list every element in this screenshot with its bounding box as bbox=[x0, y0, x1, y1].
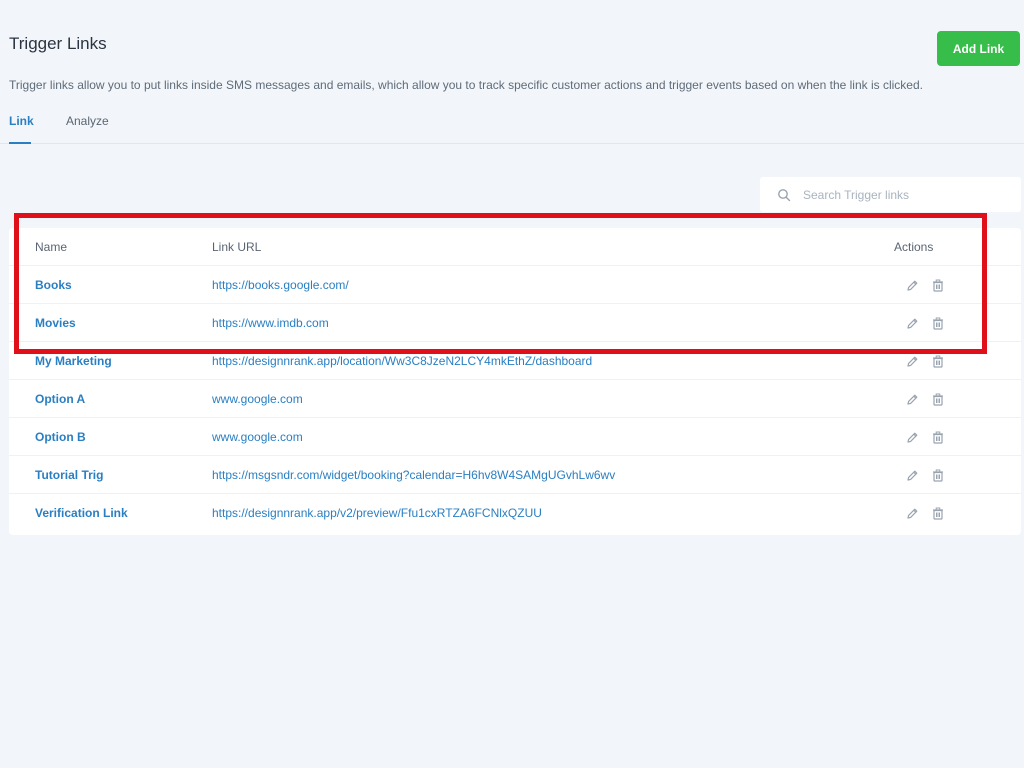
tab-link[interactable]: Link bbox=[9, 114, 34, 144]
trash-icon[interactable] bbox=[931, 354, 945, 368]
row-actions bbox=[905, 392, 945, 406]
row-name-link[interactable]: Tutorial Trig bbox=[35, 456, 103, 494]
add-link-button[interactable]: Add Link bbox=[937, 31, 1020, 66]
trash-icon[interactable] bbox=[931, 468, 945, 482]
pencil-icon[interactable] bbox=[905, 354, 919, 368]
column-header-url: Link URL bbox=[212, 240, 262, 254]
row-actions bbox=[905, 278, 945, 292]
trigger-links-table: Name Link URL Actions Books https://books… bbox=[9, 228, 1021, 535]
row-url-link[interactable]: https://books.google.com/ bbox=[212, 266, 349, 304]
trash-icon[interactable] bbox=[931, 316, 945, 330]
row-name-link[interactable]: My Marketing bbox=[35, 342, 112, 380]
table-row: Books https://books.google.com/ bbox=[9, 266, 1021, 304]
row-url-link[interactable]: https://designnrank.app/location/Ww3C8Jz… bbox=[212, 342, 592, 380]
tab-bar: Link Analyze bbox=[0, 108, 1024, 144]
row-name-link[interactable]: Verification Link bbox=[35, 494, 128, 532]
pencil-icon[interactable] bbox=[905, 430, 919, 444]
tab-analyze[interactable]: Analyze bbox=[66, 114, 109, 144]
column-header-actions: Actions bbox=[894, 240, 934, 254]
pencil-icon[interactable] bbox=[905, 392, 919, 406]
table-row: Tutorial Trig https://msgsndr.com/widget/… bbox=[9, 456, 1021, 494]
row-name-link[interactable]: Option A bbox=[35, 380, 85, 418]
trash-icon[interactable] bbox=[931, 506, 945, 520]
column-header-name: Name bbox=[35, 240, 68, 254]
pencil-icon[interactable] bbox=[905, 316, 919, 330]
table-row: Option A www.google.com bbox=[9, 380, 1021, 418]
table-row: My Marketing https://designnrank.app/loca… bbox=[9, 342, 1021, 380]
pencil-icon[interactable] bbox=[905, 278, 919, 292]
pencil-icon[interactable] bbox=[905, 468, 919, 482]
row-actions bbox=[905, 430, 945, 444]
row-actions bbox=[905, 468, 945, 482]
row-url-link[interactable]: www.google.com bbox=[212, 418, 303, 456]
trash-icon[interactable] bbox=[931, 430, 945, 444]
trash-icon[interactable] bbox=[931, 392, 945, 406]
trigger-links-page: Trigger Links Add Link Trigger links all… bbox=[0, 0, 1024, 768]
row-actions bbox=[905, 354, 945, 368]
table-row: Verification Link https://designnrank.app… bbox=[9, 494, 1021, 532]
row-actions bbox=[905, 506, 945, 520]
row-url-link[interactable]: www.google.com bbox=[212, 380, 303, 418]
row-actions bbox=[905, 316, 945, 330]
row-name-link[interactable]: Movies bbox=[35, 304, 76, 342]
table-row: Movies https://www.imdb.com bbox=[9, 304, 1021, 342]
page-title: Trigger Links bbox=[9, 34, 107, 53]
row-url-link[interactable]: https://msgsndr.com/widget/booking?calen… bbox=[212, 456, 615, 494]
trash-icon[interactable] bbox=[931, 278, 945, 292]
search-input[interactable] bbox=[803, 187, 1003, 202]
row-url-link[interactable]: https://www.imdb.com bbox=[212, 304, 329, 342]
row-url-link[interactable]: https://designnrank.app/v2/preview/Ffu1c… bbox=[212, 494, 542, 532]
pencil-icon[interactable] bbox=[905, 506, 919, 520]
search-icon bbox=[777, 188, 791, 202]
table-row: Option B www.google.com bbox=[9, 418, 1021, 456]
table-header-row: Name Link URL Actions bbox=[9, 228, 1021, 266]
page-description: Trigger links allow you to put links ins… bbox=[9, 78, 923, 92]
row-name-link[interactable]: Option B bbox=[35, 418, 86, 456]
row-name-link[interactable]: Books bbox=[35, 266, 72, 304]
search-box bbox=[760, 177, 1021, 212]
